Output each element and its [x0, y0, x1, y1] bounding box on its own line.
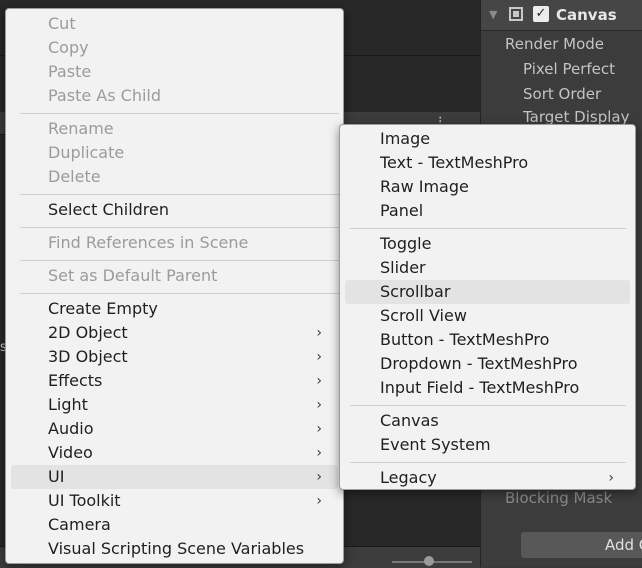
menu-item-3d-object[interactable]: 3D Object › — [11, 345, 338, 369]
check-icon[interactable]: ✓ — [533, 6, 549, 22]
menu-item-duplicate[interactable]: Duplicate — [11, 141, 338, 165]
menu-item-label: Light — [48, 395, 88, 414]
menu-item-label: UI — [48, 467, 65, 486]
hierarchy-context-menu: Cut Copy Paste Paste As Child Rename Dup… — [5, 8, 344, 564]
chevron-right-icon: › — [316, 469, 322, 485]
submenu-item-dropdown-textmeshpro[interactable]: Dropdown - TextMeshPro — [345, 352, 630, 376]
submenu-item-image[interactable]: Image — [345, 127, 630, 151]
chevron-right-icon: › — [316, 493, 322, 509]
component-title: Canvas — [556, 6, 617, 24]
menu-item-light[interactable]: Light › — [11, 393, 338, 417]
submenu-item-panel[interactable]: Panel — [345, 199, 630, 223]
menu-item-video[interactable]: Video › — [11, 441, 338, 465]
submenu-item-toggle[interactable]: Toggle — [345, 232, 630, 256]
menu-item-label: 3D Object — [48, 347, 128, 366]
menu-item-camera[interactable]: Camera — [11, 513, 338, 537]
menu-item-label: Audio — [48, 419, 94, 438]
menu-separator — [20, 293, 339, 294]
submenu-item-canvas[interactable]: Canvas — [345, 409, 630, 433]
menu-item-label: UI Toolkit — [48, 491, 121, 510]
submenu-item-slider[interactable]: Slider — [345, 256, 630, 280]
menu-item-paste-as-child[interactable]: Paste As Child — [11, 84, 338, 108]
canvas-component-header[interactable]: ▼ ✓ Canvas — [481, 0, 642, 31]
menu-separator — [350, 462, 626, 463]
sort-order-label: Sort Order — [523, 85, 602, 103]
render-mode-label: Render Mode — [505, 35, 605, 53]
menu-item-find-references[interactable]: Find References in Scene — [11, 231, 338, 255]
menu-item-paste[interactable]: Paste — [11, 60, 338, 84]
menu-item-ui-toolkit[interactable]: UI Toolkit › — [11, 489, 338, 513]
menu-item-set-default-parent[interactable]: Set as Default Parent — [11, 264, 338, 288]
submenu-item-scrollbar[interactable]: Scrollbar — [345, 280, 630, 304]
submenu-item-legacy[interactable]: Legacy › — [345, 466, 630, 490]
chevron-right-icon: › — [316, 445, 322, 461]
menu-item-2d-object[interactable]: 2D Object › — [11, 321, 338, 345]
submenu-item-button-textmeshpro[interactable]: Button - TextMeshPro — [345, 328, 630, 352]
menu-item-cut[interactable]: Cut — [11, 12, 338, 36]
menu-separator — [20, 194, 339, 195]
menu-separator — [350, 228, 626, 229]
menu-separator — [350, 405, 626, 406]
chevron-right-icon: › — [316, 349, 322, 365]
submenu-item-raw-image[interactable]: Raw Image — [345, 175, 630, 199]
chevron-right-icon: › — [316, 325, 322, 341]
menu-item-audio[interactable]: Audio › — [11, 417, 338, 441]
menu-item-visual-scripting-scene-variables[interactable]: Visual Scripting Scene Variables — [11, 537, 338, 561]
submenu-item-scroll-view[interactable]: Scroll View — [345, 304, 630, 328]
submenu-item-input-field-textmeshpro[interactable]: Input Field - TextMeshPro — [345, 376, 630, 400]
pixel-perfect-label: Pixel Perfect — [523, 60, 616, 78]
submenu-item-event-system[interactable]: Event System — [345, 433, 630, 457]
menu-separator — [20, 227, 339, 228]
menu-item-label: 2D Object — [48, 323, 128, 342]
ui-submenu: Image Text - TextMeshPro Raw Image Panel… — [339, 124, 636, 490]
zoom-slider-thumb[interactable] — [424, 556, 434, 566]
menu-item-create-empty[interactable]: Create Empty — [11, 297, 338, 321]
menu-item-select-children[interactable]: Select Children — [11, 198, 338, 222]
menu-item-label: Effects — [48, 371, 103, 390]
chevron-right-icon: › — [608, 470, 614, 486]
menu-separator — [20, 260, 339, 261]
menu-item-ui[interactable]: UI › — [11, 465, 338, 489]
menu-item-copy[interactable]: Copy — [11, 36, 338, 60]
canvas-icon — [509, 7, 523, 21]
menu-item-delete[interactable]: Delete — [11, 165, 338, 189]
submenu-item-text-textmeshpro[interactable]: Text - TextMeshPro — [345, 151, 630, 175]
chevron-right-icon: › — [316, 397, 322, 413]
menu-separator — [20, 113, 339, 114]
add-component-button[interactable]: Add C — [521, 532, 642, 558]
chevron-right-icon: › — [316, 421, 322, 437]
menu-item-label: Legacy — [380, 468, 437, 487]
menu-item-label: Video — [48, 443, 93, 462]
triangle-down-icon[interactable]: ▼ — [489, 8, 497, 21]
menu-item-effects[interactable]: Effects › — [11, 369, 338, 393]
chevron-right-icon: › — [316, 373, 322, 389]
blocking-mask-label: Blocking Mask — [505, 489, 613, 507]
menu-item-rename[interactable]: Rename — [11, 117, 338, 141]
